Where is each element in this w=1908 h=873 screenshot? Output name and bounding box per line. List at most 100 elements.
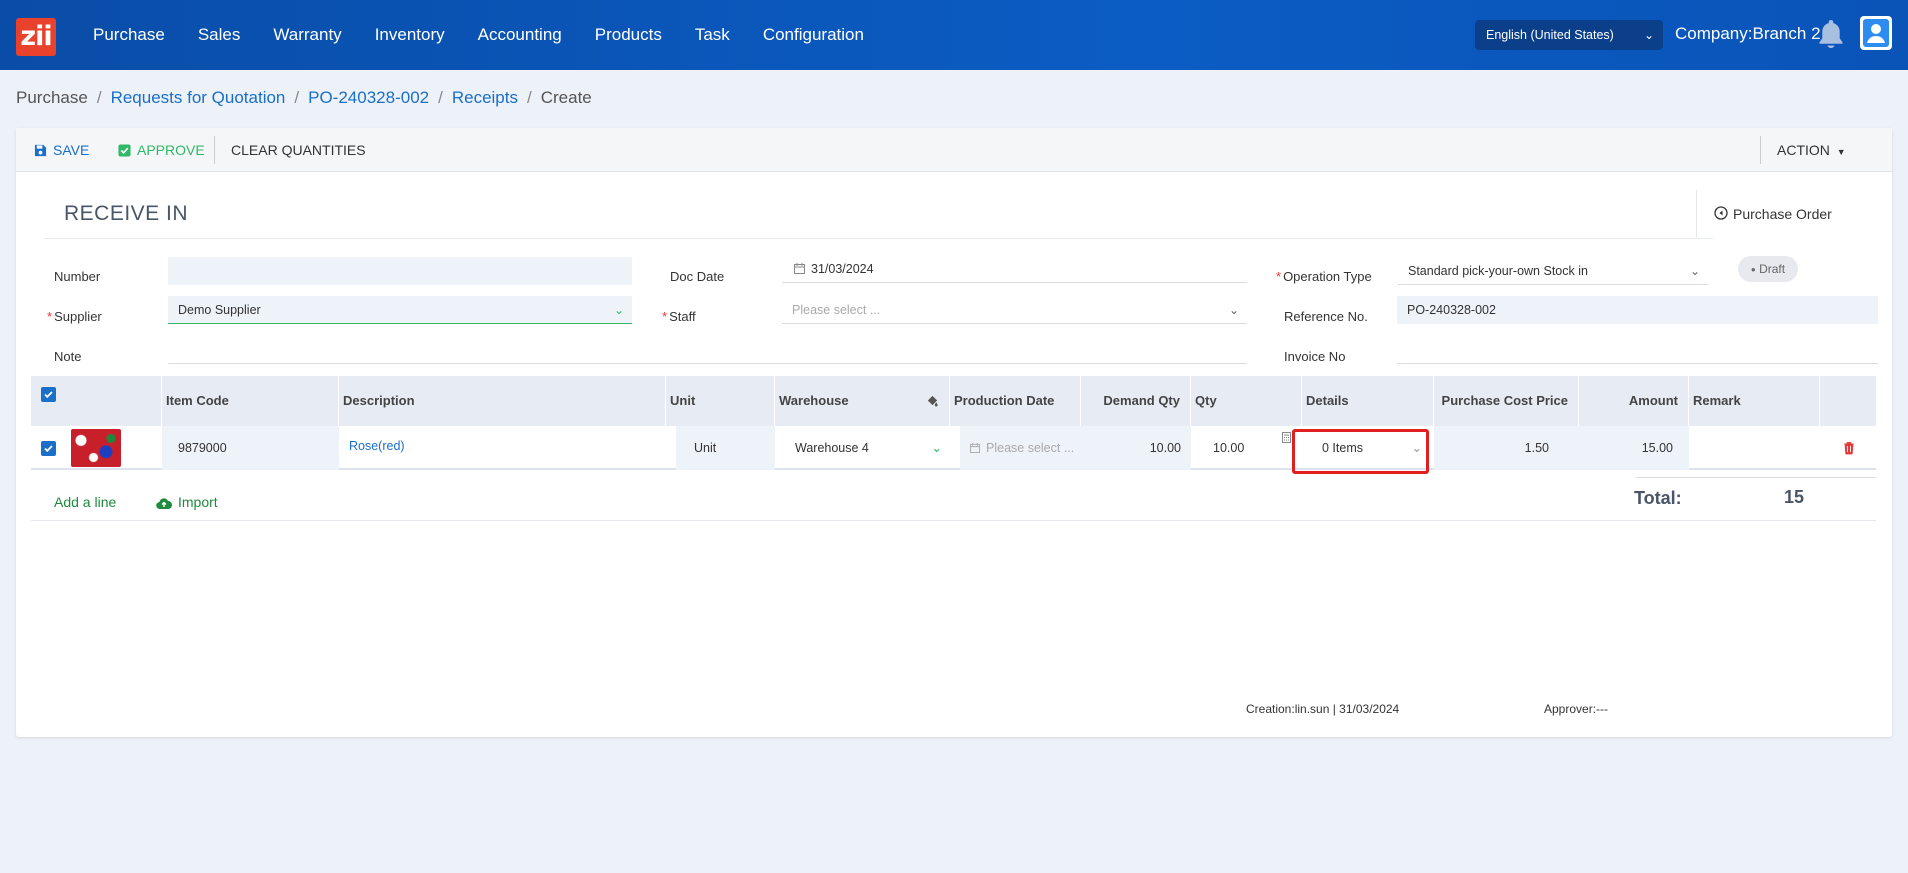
operation-type-value: Standard pick-your-own Stock in xyxy=(1408,264,1588,278)
header-unit: Unit xyxy=(666,376,775,426)
header-warehouse: Warehouse xyxy=(775,376,950,426)
calculator-icon[interactable] xyxy=(1282,432,1291,443)
qty-input[interactable]: 10.00 xyxy=(1201,426,1293,470)
page-title: RECEIVE IN xyxy=(64,202,189,225)
main-menu: Purchase Sales Warranty Inventory Accoun… xyxy=(93,0,897,70)
breadcrumb-rfq[interactable]: Requests for Quotation xyxy=(111,88,286,108)
reference-label: Reference No. xyxy=(1284,309,1368,324)
cell-production-date[interactable]: Please select ... xyxy=(960,426,1081,470)
calendar-icon xyxy=(970,443,980,453)
check-square-icon xyxy=(118,144,131,157)
total-label: Total: xyxy=(1634,488,1682,508)
nav-item-purchase[interactable]: Purchase xyxy=(93,25,165,45)
table-header: Item Code Description Unit Warehouse Pro… xyxy=(31,376,1876,426)
operation-type-select[interactable]: Standard pick-your-own Stock in ⌄ xyxy=(1398,257,1708,285)
header-remark: Remark xyxy=(1689,376,1820,426)
nav-item-sales[interactable]: Sales xyxy=(198,25,241,45)
breadcrumb-receipts[interactable]: Receipts xyxy=(452,88,518,108)
save-icon xyxy=(34,144,47,157)
production-date-placeholder: Please select ... xyxy=(986,441,1075,455)
nav-item-warranty[interactable]: Warranty xyxy=(273,25,341,45)
nav-item-configuration[interactable]: Configuration xyxy=(763,25,864,45)
chevron-down-icon: ⌄ xyxy=(1689,264,1700,278)
import-button[interactable]: Import xyxy=(156,494,218,510)
chevron-down-icon: ⌄ xyxy=(613,303,624,317)
paint-bucket-icon[interactable] xyxy=(926,394,939,407)
total-divider xyxy=(1636,477,1876,478)
header-qty: Qty xyxy=(1191,376,1302,426)
action-label: ACTION xyxy=(1777,142,1830,158)
header-amount: Amount xyxy=(1579,376,1689,426)
nav-item-products[interactable]: Products xyxy=(595,25,662,45)
calendar-icon xyxy=(794,263,805,274)
table-row: 9879000 Rose(red) Unit Warehouse 4 ⌄ Ple… xyxy=(31,426,1876,470)
cloud-upload-icon xyxy=(156,498,172,510)
doc-date-input[interactable]: 31/03/2024 xyxy=(782,255,1247,283)
operation-type-label: * Operation Type xyxy=(1276,269,1372,284)
nav-item-task[interactable]: Task xyxy=(695,25,730,45)
language-select[interactable]: English (United States) ⌄ xyxy=(1475,20,1663,50)
number-label: Number xyxy=(54,269,101,284)
invoice-label: Invoice No xyxy=(1284,349,1346,364)
toolbar-divider xyxy=(1760,136,1761,164)
user-avatar[interactable] xyxy=(1860,16,1892,50)
staff-label: * Staff xyxy=(662,309,696,324)
breadcrumb: Purchase / Requests for Quotation / PO-2… xyxy=(16,88,592,108)
breadcrumb-po[interactable]: PO-240328-002 xyxy=(308,88,429,108)
add-line-button[interactable]: Add a line xyxy=(54,494,116,510)
supplier-label: * Supplier xyxy=(47,309,102,324)
reference-input[interactable]: PO-240328-002 xyxy=(1397,296,1878,324)
receipt-form-card: SAVE APPROVE CLEAR QUANTITIES ACTION ▼ R… xyxy=(16,128,1892,737)
app-logo[interactable]: zii xyxy=(16,18,56,56)
chevron-down-icon: ⌄ xyxy=(1228,303,1239,317)
note-label: Note xyxy=(54,349,82,364)
trash-icon[interactable] xyxy=(1843,441,1855,455)
cell-demand-qty: 10.00 xyxy=(1081,426,1191,470)
breadcrumb-separator: / xyxy=(294,88,300,107)
title-divider xyxy=(44,238,1714,239)
approver-info: Approver:--- xyxy=(1544,702,1609,716)
approve-button[interactable]: APPROVE xyxy=(118,128,205,172)
back-circle-icon xyxy=(1714,206,1728,220)
clear-quantities-button[interactable]: CLEAR QUANTITIES xyxy=(231,128,366,172)
table-bottom-border xyxy=(31,520,1876,521)
breadcrumb-separator: / xyxy=(96,88,102,107)
user-icon xyxy=(1863,19,1889,47)
save-button[interactable]: SAVE xyxy=(34,128,89,172)
row-checkbox[interactable] xyxy=(41,441,56,456)
cell-description[interactable]: Rose(red) xyxy=(349,426,666,470)
save-label: SAVE xyxy=(53,142,90,158)
header-production-date: Production Date xyxy=(950,376,1081,426)
company-label[interactable]: Company:Branch 2 xyxy=(1675,24,1821,44)
cell-amount: 15.00 xyxy=(1579,426,1689,470)
import-label: Import xyxy=(178,494,218,510)
approve-label: APPROVE xyxy=(137,142,205,158)
remark-input[interactable] xyxy=(1689,426,1820,470)
top-navbar: zii Purchase Sales Warranty Inventory Ac… xyxy=(0,0,1908,70)
staff-select[interactable]: Please select ... ⌄ xyxy=(782,296,1247,324)
nav-item-inventory[interactable]: Inventory xyxy=(375,25,445,45)
header-purchase-cost-price: Purchase Cost Price xyxy=(1434,376,1579,426)
breadcrumb-current: Create xyxy=(540,88,592,107)
purchase-order-link[interactable]: Purchase Order xyxy=(1696,190,1876,238)
invoice-input[interactable] xyxy=(1397,336,1878,364)
cell-warehouse-select[interactable]: Warehouse 4 ⌄ xyxy=(785,426,950,470)
header-details: Details xyxy=(1302,376,1434,426)
bell-icon[interactable] xyxy=(1815,17,1847,51)
breadcrumb-separator: / xyxy=(438,88,443,107)
note-input[interactable] xyxy=(168,336,1247,364)
breadcrumb-separator: / xyxy=(526,88,532,107)
number-input[interactable] xyxy=(168,257,632,285)
cell-item-code: 9879000 xyxy=(162,426,339,470)
warehouse-value: Warehouse 4 xyxy=(795,441,869,455)
cell-unit: Unit xyxy=(676,426,775,470)
doc-date-value: 31/03/2024 xyxy=(811,262,874,276)
details-highlight-box xyxy=(1292,429,1429,474)
action-dropdown[interactable]: ACTION ▼ xyxy=(1777,128,1846,172)
staff-placeholder: Please select ... xyxy=(792,303,881,317)
nav-item-accounting[interactable]: Accounting xyxy=(478,25,562,45)
select-all-checkbox[interactable] xyxy=(41,387,56,402)
purchase-order-label: Purchase Order xyxy=(1733,206,1832,222)
status-badge: ● Draft xyxy=(1738,256,1798,282)
supplier-select[interactable]: Demo Supplier ⌄ xyxy=(168,296,632,324)
